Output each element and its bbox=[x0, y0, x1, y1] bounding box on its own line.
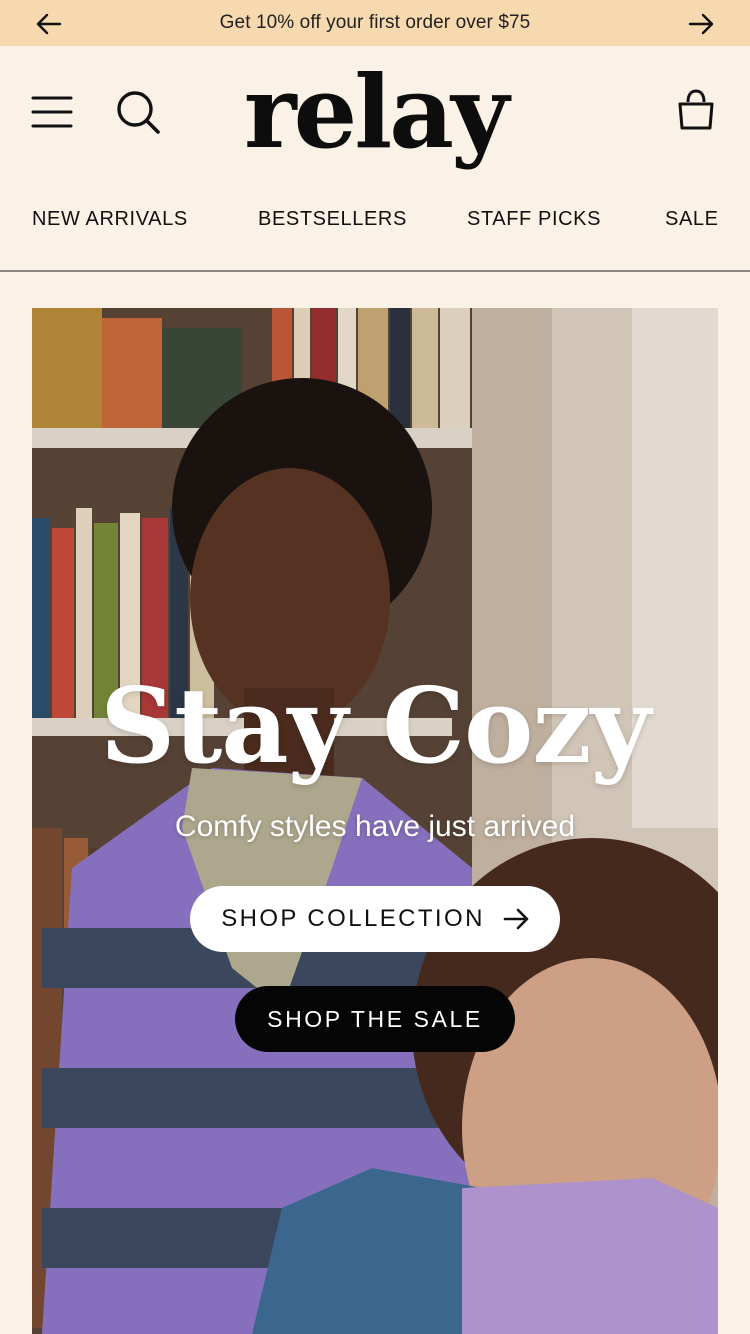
search-icon[interactable] bbox=[112, 86, 164, 138]
hero-subtitle: Comfy styles have just arrived bbox=[174, 810, 576, 843]
nav-divider bbox=[0, 270, 750, 272]
shop-sale-button[interactable]: SHOP THE SALE bbox=[235, 986, 515, 1052]
site-header: relay bbox=[0, 46, 750, 176]
category-nav: NEW ARRIVALS BESTSELLERS STAFF PICKS SAL… bbox=[0, 190, 750, 252]
shopping-bag-icon[interactable] bbox=[672, 84, 720, 136]
arrow-right-icon[interactable] bbox=[686, 9, 716, 39]
arrow-left-icon[interactable] bbox=[34, 9, 64, 39]
nav-item-staff-picks[interactable]: STAFF PICKS bbox=[467, 208, 601, 231]
announcement-bar: Get 10% off your first order over $75 bbox=[0, 0, 750, 46]
hamburger-menu-icon[interactable] bbox=[28, 88, 76, 136]
brand-logo[interactable]: relay bbox=[240, 52, 510, 172]
shop-collection-label: SHOP COLLECTION bbox=[221, 905, 485, 932]
announcement-text: Get 10% off your first order over $75 bbox=[219, 12, 531, 33]
shop-sale-label: SHOP THE SALE bbox=[267, 1005, 483, 1032]
nav-item-sale[interactable]: SALE bbox=[665, 208, 719, 231]
arrow-right-icon bbox=[503, 908, 529, 930]
shop-collection-button[interactable]: SHOP COLLECTION bbox=[190, 886, 560, 952]
hero-title: Stay Cozy bbox=[100, 664, 651, 787]
hero-banner[interactable]: Stay Cozy Comfy styles have just arrived… bbox=[32, 308, 718, 1334]
nav-item-new-arrivals[interactable]: NEW ARRIVALS bbox=[32, 208, 188, 231]
nav-item-bestsellers[interactable]: BESTSELLERS bbox=[258, 208, 407, 231]
